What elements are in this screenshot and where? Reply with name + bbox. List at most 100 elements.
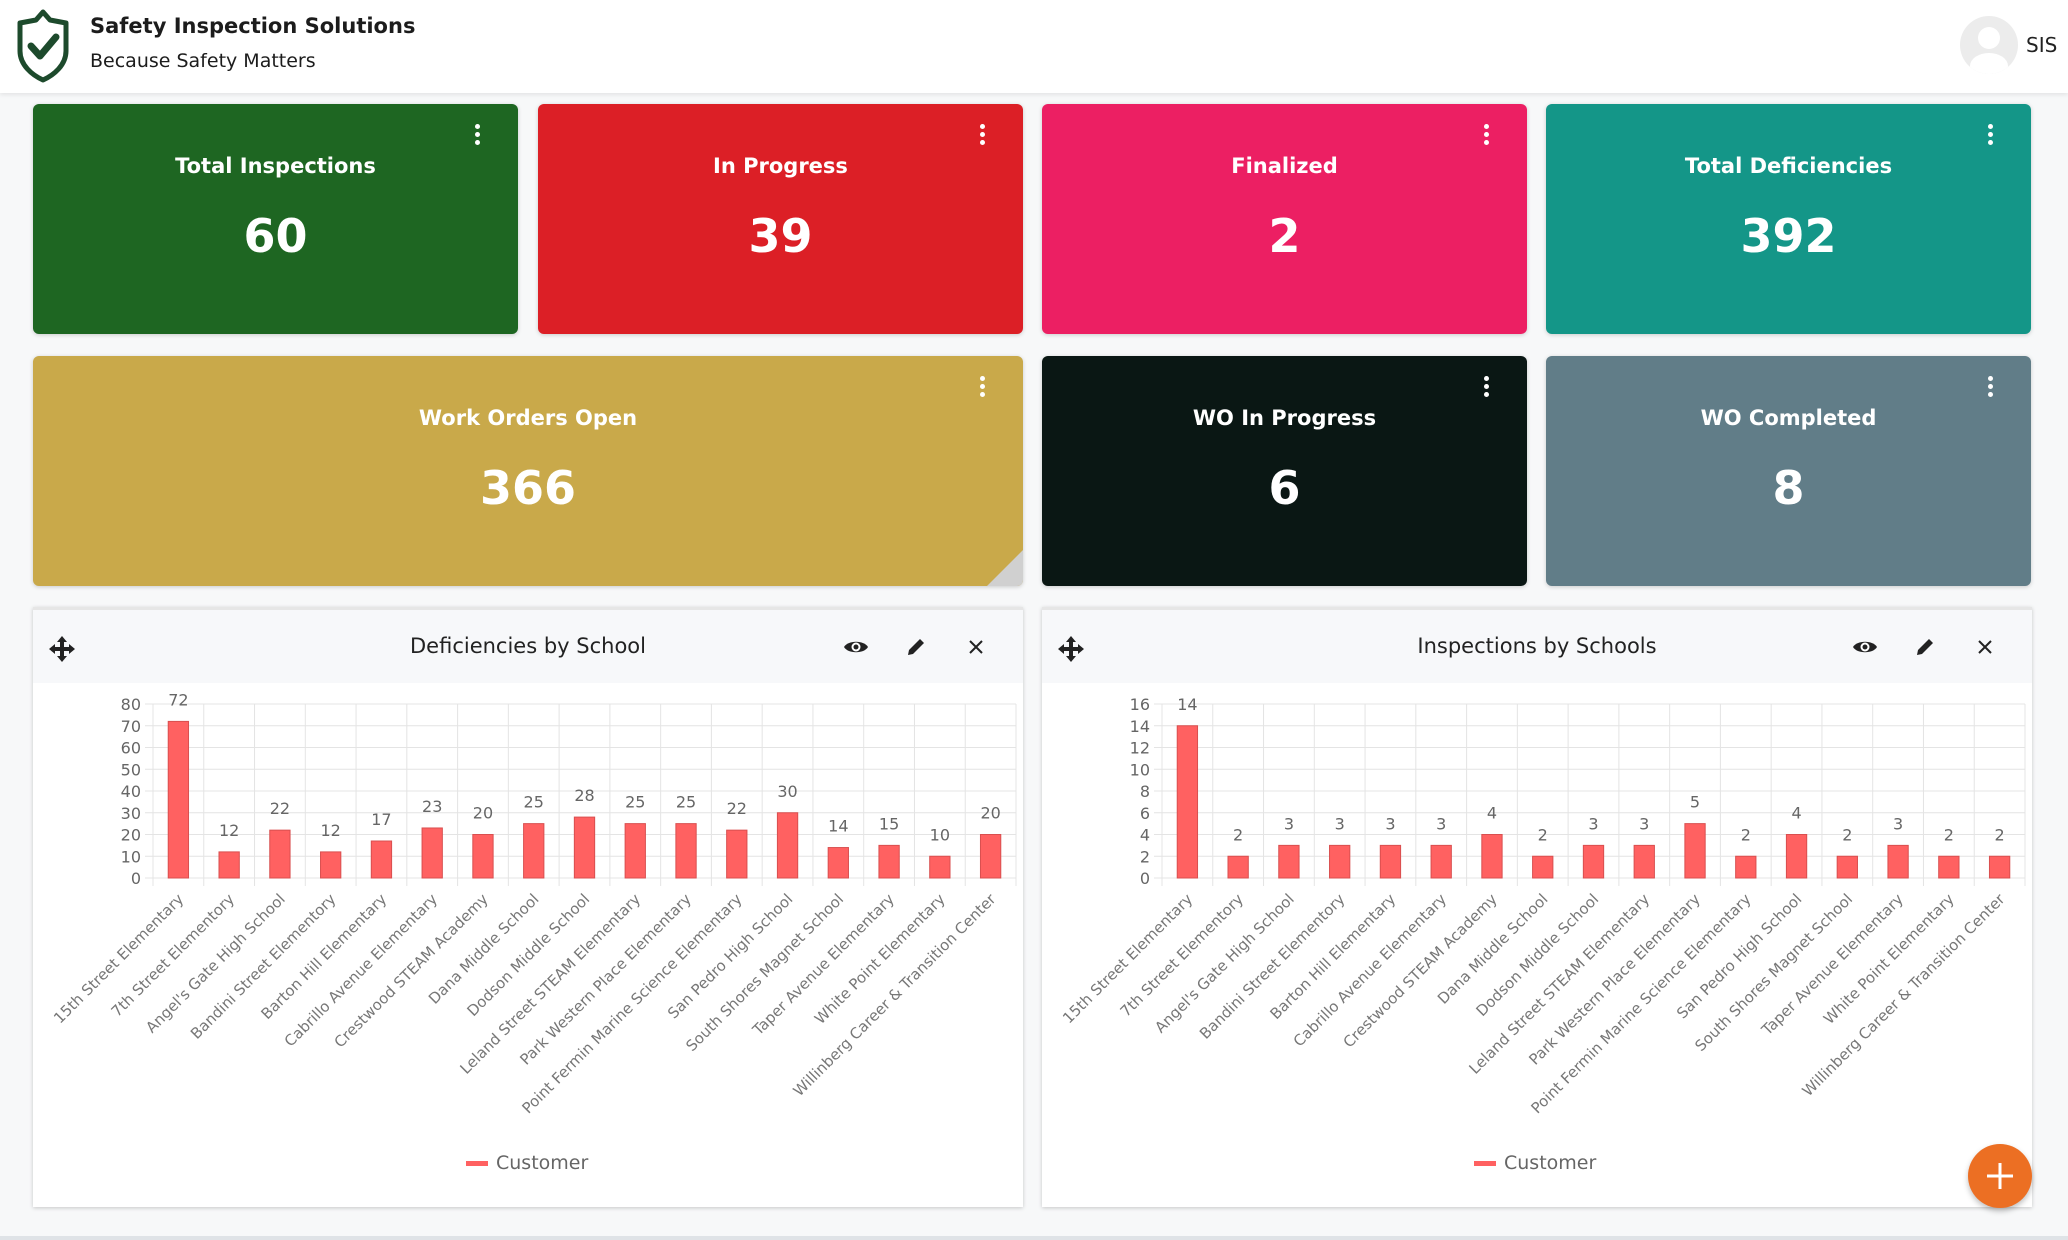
data-label: 12: [320, 821, 340, 840]
legend-swatch: [1474, 1160, 1496, 1166]
chart-legend[interactable]: Customer: [1474, 1152, 1596, 1174]
close-icon: [969, 640, 983, 654]
chart-legend[interactable]: Customer: [466, 1152, 588, 1174]
bar[interactable]: [776, 812, 799, 879]
data-label: 3: [1284, 814, 1294, 833]
stat-label: Total Deficiencies: [1684, 154, 1893, 178]
bar[interactable]: [1278, 844, 1300, 879]
stat-card-work-orders-open[interactable]: Work Orders Open 366: [33, 356, 1023, 586]
more-options-icon[interactable]: [470, 124, 484, 150]
data-label: 25: [625, 793, 645, 812]
more-options-icon[interactable]: [1479, 376, 1493, 402]
bar[interactable]: [167, 720, 190, 879]
stat-card-wo-in-progress[interactable]: WO In Progress 6: [1042, 356, 1527, 586]
pencil-icon: [908, 639, 924, 655]
data-label: 2: [1741, 825, 1751, 844]
x-tick-label: Leland Street STEAM Elementary: [456, 890, 644, 1078]
pencil-icon: [1917, 639, 1933, 655]
bar[interactable]: [1988, 855, 2011, 879]
bar[interactable]: [1227, 855, 1249, 879]
bar[interactable]: [1887, 844, 1909, 879]
bar[interactable]: [827, 847, 849, 879]
bar[interactable]: [1633, 844, 1655, 879]
more-options-icon[interactable]: [1479, 124, 1493, 150]
resize-corner[interactable]: [987, 550, 1023, 586]
bar[interactable]: [370, 840, 393, 879]
more-options-icon[interactable]: [1983, 376, 1997, 402]
more-options-icon[interactable]: [1983, 124, 1997, 150]
app-title: Safety Inspection Solutions: [90, 14, 416, 38]
stat-card-total-inspections[interactable]: Total Inspections 60: [33, 104, 518, 334]
y-tick-label: 8: [1140, 782, 1150, 801]
y-tick-label: 0: [131, 869, 141, 888]
y-tick-label: 12: [1130, 739, 1150, 758]
close-button[interactable]: [961, 632, 991, 662]
bar[interactable]: [1329, 844, 1351, 879]
y-tick-label: 4: [1140, 826, 1150, 845]
stat-card-total-deficiencies[interactable]: Total Deficiencies 392: [1546, 104, 2031, 334]
data-label: 10: [930, 825, 950, 844]
edit-button[interactable]: [901, 632, 931, 662]
bar[interactable]: [1379, 844, 1402, 879]
data-label: 22: [727, 799, 747, 818]
bar[interactable]: [320, 851, 342, 879]
view-button[interactable]: [1850, 632, 1880, 662]
stat-label: Finalized: [1231, 154, 1338, 178]
stat-value: 392: [1740, 209, 1837, 263]
bar[interactable]: [675, 823, 697, 879]
view-button[interactable]: [841, 632, 871, 662]
bar[interactable]: [1836, 855, 1858, 879]
y-tick-label: 14: [1130, 717, 1150, 736]
bar[interactable]: [1938, 855, 1960, 879]
bar[interactable]: [1176, 725, 1199, 879]
avatar[interactable]: [1960, 16, 2018, 74]
bar[interactable]: [1785, 834, 1808, 879]
bar[interactable]: [523, 823, 545, 879]
stat-card-wo-completed[interactable]: WO Completed 8: [1546, 356, 2031, 586]
app-subtitle: Because Safety Matters: [90, 50, 316, 72]
stat-card-in-progress[interactable]: In Progress 39: [538, 104, 1023, 334]
bar[interactable]: [1735, 855, 1757, 879]
data-label: 20: [473, 804, 493, 823]
bar[interactable]: [878, 844, 900, 879]
close-button[interactable]: [1970, 632, 2000, 662]
data-label: 5: [1690, 793, 1700, 812]
data-label: 25: [524, 793, 544, 812]
stat-label: Work Orders Open: [418, 406, 638, 430]
bar[interactable]: [1684, 823, 1706, 879]
bar[interactable]: [1481, 834, 1503, 879]
legend-swatch: [466, 1160, 488, 1166]
stat-card-finalized[interactable]: Finalized 2: [1042, 104, 1527, 334]
inspections-bar-chart: 0246810121416 1415th Street Elementary27t…: [1059, 695, 2026, 1117]
bar[interactable]: [1532, 855, 1554, 879]
bar[interactable]: [421, 827, 443, 879]
bar[interactable]: [624, 823, 646, 879]
stat-label: Total Inspections: [175, 154, 376, 178]
bar[interactable]: [1430, 844, 1452, 879]
chart-header: Deficiencies by School: [33, 607, 1023, 683]
data-label: 12: [219, 821, 239, 840]
more-options-icon[interactable]: [975, 124, 989, 150]
bar[interactable]: [929, 855, 951, 879]
y-tick-label: 70: [121, 717, 141, 736]
bar[interactable]: [269, 829, 291, 879]
data-label: 72: [168, 690, 188, 709]
bar[interactable]: [472, 834, 494, 879]
y-tick-label: 16: [1130, 695, 1150, 714]
user-name[interactable]: SIS: [2026, 33, 2057, 57]
more-options-icon[interactable]: [975, 376, 989, 402]
bar[interactable]: [1582, 844, 1605, 879]
add-button[interactable]: [1968, 1144, 2032, 1208]
data-label: 3: [1436, 814, 1446, 833]
data-label: 3: [1385, 814, 1395, 833]
bar[interactable]: [218, 851, 240, 879]
data-label: 14: [828, 817, 848, 836]
data-label: 15: [879, 814, 899, 833]
bar[interactable]: [573, 816, 596, 879]
data-label: 22: [270, 799, 290, 818]
data-label: 3: [1588, 814, 1598, 833]
chart-card-deficiencies: Deficiencies by School 0 10 20 30 40 50 60 70 80…: [33, 607, 1023, 1207]
edit-button[interactable]: [1910, 632, 1940, 662]
bar[interactable]: [726, 829, 748, 879]
bar[interactable]: [979, 834, 1002, 879]
